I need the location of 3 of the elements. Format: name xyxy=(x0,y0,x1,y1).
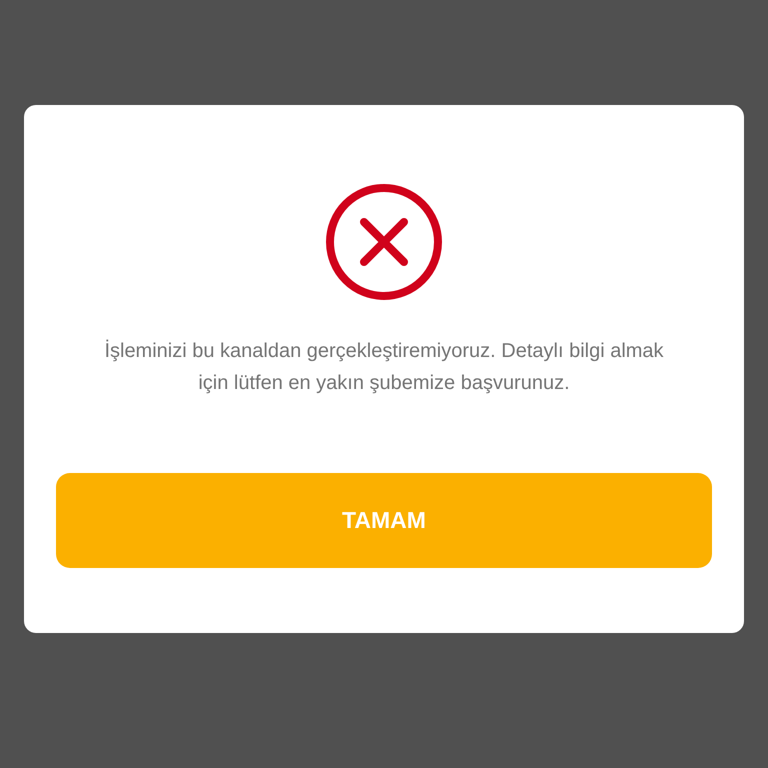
error-icon xyxy=(326,184,442,300)
ok-button[interactable]: TAMAM xyxy=(56,473,712,568)
error-message: İşleminizi bu kanaldan gerçekleştiremiyoruz. Detaylı bilgi almak için lütfen en yakın şubemize başvurunuz. xyxy=(103,338,665,396)
